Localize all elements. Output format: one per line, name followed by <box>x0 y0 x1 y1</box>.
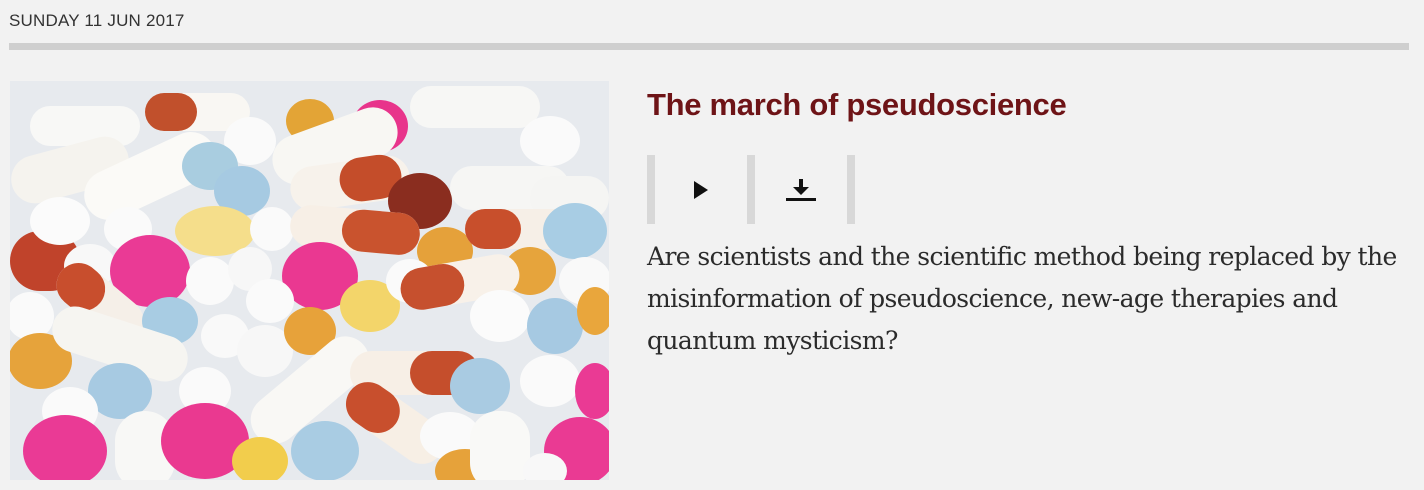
play-button[interactable] <box>655 155 747 224</box>
download-icon <box>786 178 816 201</box>
pills-image <box>10 81 609 480</box>
episode-title[interactable]: The march of pseudoscience <box>647 87 1067 123</box>
control-divider <box>847 155 855 224</box>
play-icon <box>694 180 708 199</box>
player-controls <box>647 155 857 224</box>
date-divider <box>9 43 1409 50</box>
control-divider <box>747 155 755 224</box>
episode-date: SUNDAY 11 JUN 2017 <box>9 11 185 30</box>
control-divider <box>647 155 655 224</box>
episode-image[interactable] <box>10 81 609 480</box>
episode-summary: Are scientists and the scientific method… <box>647 242 1397 355</box>
download-button[interactable] <box>755 155 847 224</box>
